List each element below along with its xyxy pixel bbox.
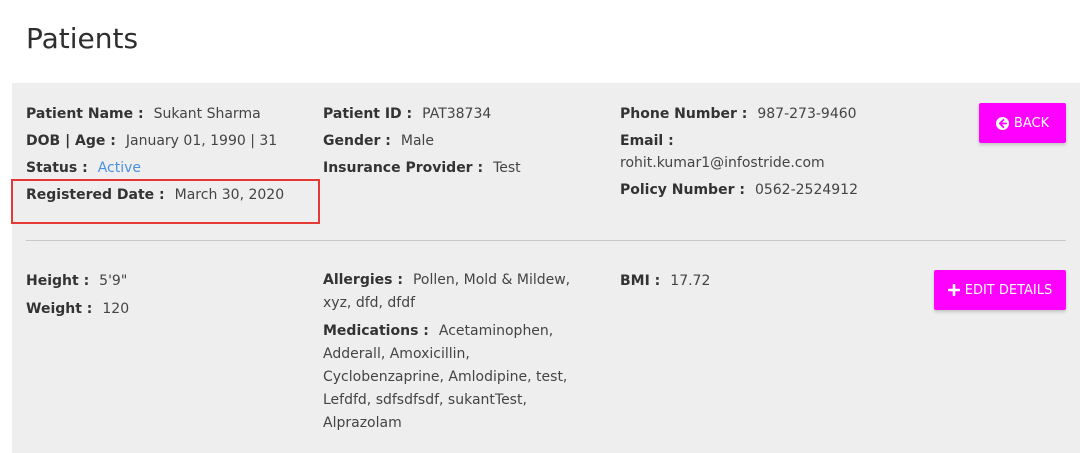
section-divider	[26, 240, 1066, 241]
weight-row: Weight : 120	[26, 299, 129, 319]
medications-label: Medications :	[323, 323, 429, 339]
email-label-row: Email :	[620, 131, 684, 151]
bmi-value: 17.72	[670, 273, 711, 289]
patient-name-label: Patient Name :	[26, 106, 144, 122]
insurance-value: Test	[493, 160, 521, 176]
phone-value: 987-273-9460	[757, 106, 857, 122]
medications-value-line4: Lefdfd, sdfsdfsdf, sukantTest,	[323, 392, 527, 408]
allergies-value-line1: Pollen, Mold & Mildew,	[412, 272, 571, 288]
dob-age-label: DOB | Age :	[26, 133, 116, 149]
phone-label: Phone Number :	[620, 106, 748, 122]
patient-id-value: PAT38734	[422, 106, 492, 122]
gender-row: Gender : Male	[323, 131, 434, 151]
height-label: Height :	[26, 273, 90, 289]
patient-name-row: Patient Name : Sukant Sharma	[26, 104, 261, 124]
height-row: Height : 5'9"	[26, 271, 127, 291]
policy-value: 0562-2524912	[754, 182, 858, 198]
email-label: Email :	[620, 133, 674, 149]
weight-value: 120	[102, 301, 130, 317]
bmi-row: BMI : 17.72	[620, 271, 710, 291]
email-value-row: rohit.kumar1@infostride.com	[620, 153, 825, 173]
allergies-value-line2: xyz, dfd, dfdf	[323, 295, 416, 311]
height-value: 5'9"	[99, 273, 128, 289]
medications-value-line1: Acetaminophen,	[438, 323, 554, 339]
registered-date-highlight	[11, 179, 320, 224]
medications-value-line3: Cyclobenzaprine, Amlodipine, test,	[323, 369, 568, 385]
medications-block: Medications : Acetaminophen, Adderall, Am…	[323, 320, 567, 435]
patient-id-label: Patient ID :	[323, 106, 413, 122]
status-value: Active	[97, 160, 141, 176]
insurance-label: Insurance Provider :	[323, 160, 484, 176]
allergies-label: Allergies :	[323, 272, 403, 288]
bmi-label: BMI :	[620, 273, 661, 289]
policy-label: Policy Number :	[620, 182, 745, 198]
edit-details-button[interactable]: EDIT DETAILS	[934, 270, 1066, 310]
gender-label: Gender :	[323, 133, 391, 149]
email-value: rohit.kumar1@infostride.com	[620, 155, 825, 171]
arrow-left-circle-icon	[995, 116, 1009, 130]
policy-row: Policy Number : 0562-2524912	[620, 180, 858, 200]
allergies-block: Allergies : Pollen, Mold & Mildew, xyz, d…	[323, 269, 570, 315]
back-button[interactable]: BACK	[979, 103, 1066, 143]
edit-details-button-label: EDIT DETAILS	[964, 282, 1053, 298]
patient-name-value: Sukant Sharma	[153, 106, 261, 122]
phone-row: Phone Number : 987-273-9460	[620, 104, 857, 124]
page-title: Patients	[26, 22, 139, 55]
dob-age-value: January 01, 1990 | 31	[125, 133, 278, 149]
plus-icon	[947, 284, 960, 296]
status-row: Status : Active	[26, 158, 141, 178]
status-label: Status :	[26, 160, 88, 176]
weight-label: Weight :	[26, 301, 93, 317]
dob-age-row: DOB | Age : January 01, 1990 | 31	[26, 131, 277, 151]
gender-value: Male	[400, 133, 435, 149]
medications-value-line5: Alprazolam	[323, 415, 402, 431]
medications-value-line2: Adderall, Amoxicillin,	[323, 346, 470, 362]
back-button-label: BACK	[1013, 115, 1050, 131]
insurance-row: Insurance Provider : Test	[323, 158, 521, 178]
patient-id-row: Patient ID : PAT38734	[323, 104, 491, 124]
